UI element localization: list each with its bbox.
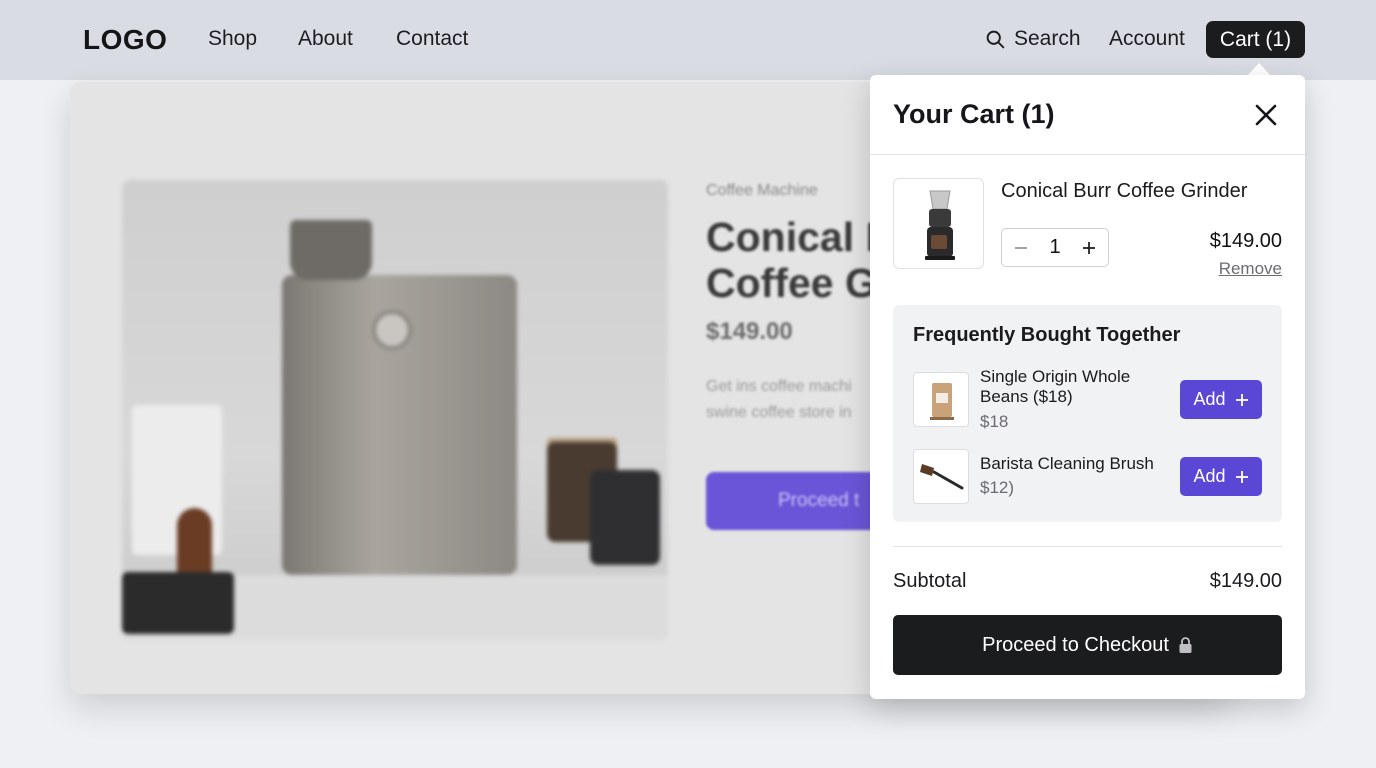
plus-icon bbox=[1235, 470, 1248, 483]
product-title-line2: Coffee G bbox=[706, 260, 877, 306]
fbt-item-price: $18 bbox=[980, 412, 1009, 431]
product-description-line1: Get ins coffee machi bbox=[706, 378, 852, 395]
product-category: Coffee Machine bbox=[706, 182, 818, 199]
minus-icon bbox=[1015, 246, 1027, 249]
quantity-stepper: 1 bbox=[1001, 228, 1109, 267]
add-button-label: Add bbox=[1193, 389, 1226, 409]
product-description-line2: swine coffee store in bbox=[706, 404, 852, 421]
fbt-item-thumbnail bbox=[913, 372, 969, 427]
remove-item-link[interactable]: Remove bbox=[1219, 259, 1282, 279]
coffee-bag-image bbox=[930, 383, 954, 420]
checkout-button-label: Proceed to Checkout bbox=[982, 633, 1169, 656]
checkout-button[interactable]: Proceed to Checkout bbox=[893, 615, 1282, 675]
cart-panel: Your Cart (1) Conical Burr Coffee Grinde… bbox=[870, 75, 1305, 699]
top-navigation: LOGO Shop About Contact Search Account C… bbox=[0, 0, 1376, 80]
add-button[interactable]: Add bbox=[1180, 457, 1262, 496]
plus-icon bbox=[1083, 241, 1095, 254]
logo[interactable]: LOGO bbox=[83, 24, 167, 56]
add-button-label: Add bbox=[1193, 466, 1226, 486]
coffee-grinder-image bbox=[925, 190, 955, 260]
divider bbox=[893, 546, 1282, 547]
cart-item-price: $149.00 bbox=[1209, 230, 1282, 252]
subtotal-label: Subtotal bbox=[893, 570, 967, 592]
product-price: $149.00 bbox=[706, 318, 793, 345]
subtotal-value: $149.00 bbox=[1209, 570, 1282, 592]
quantity-value[interactable]: 1 bbox=[1049, 236, 1060, 259]
search-button[interactable]: Search bbox=[985, 27, 1081, 51]
nav-link-shop[interactable]: Shop bbox=[208, 27, 257, 51]
cart-button[interactable]: Cart (1) bbox=[1206, 21, 1305, 58]
fbt-item-price: $12) bbox=[980, 478, 1015, 497]
product-title-line1: Conical B bbox=[706, 214, 896, 260]
fbt-item-name: Barista Cleaning Brush bbox=[980, 454, 1154, 473]
fbt-item-name: Single Origin Whole Beans ($18) bbox=[980, 367, 1131, 406]
close-button[interactable] bbox=[1250, 99, 1282, 131]
account-link[interactable]: Account bbox=[1109, 27, 1185, 51]
cart-item-name: Conical Burr Coffee Grinder bbox=[1001, 180, 1248, 202]
increase-quantity-button[interactable] bbox=[1078, 237, 1100, 259]
decrease-quantity-button[interactable] bbox=[1010, 237, 1032, 259]
cart-title: Your Cart (1) bbox=[893, 99, 1055, 129]
plus-icon bbox=[1235, 393, 1248, 406]
cart-header: Your Cart (1) bbox=[870, 75, 1305, 155]
add-button[interactable]: Add bbox=[1180, 380, 1262, 419]
nav-link-about[interactable]: About bbox=[298, 27, 353, 51]
lock-icon bbox=[1179, 637, 1192, 653]
cleaning-brush-image bbox=[920, 464, 964, 490]
fbt-item-thumbnail bbox=[913, 449, 969, 504]
close-icon bbox=[1255, 104, 1277, 126]
product-title: Conical B Coffee G bbox=[706, 214, 895, 306]
cart-item-thumbnail bbox=[893, 178, 984, 269]
frequently-bought-together: Frequently Bought Together Single Origin… bbox=[893, 305, 1282, 522]
product-description: Get ins coffee machi swine coffee store … bbox=[706, 374, 895, 426]
nav-link-contact[interactable]: Contact bbox=[396, 27, 468, 51]
search-icon bbox=[986, 30, 1005, 48]
product-info: Coffee Machine Conical B Coffee G $149.0… bbox=[706, 182, 895, 426]
fbt-title: Frequently Bought Together bbox=[913, 324, 1181, 346]
product-photo bbox=[122, 180, 668, 640]
search-label: Search bbox=[1014, 27, 1081, 50]
